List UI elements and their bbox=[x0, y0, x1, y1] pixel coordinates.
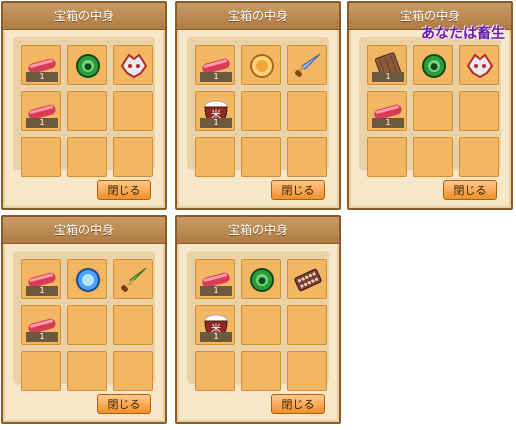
inventory-slot[interactable] bbox=[287, 259, 327, 299]
green-orb-icon: ● bbox=[418, 52, 450, 80]
item-count: 1 bbox=[26, 332, 58, 342]
item-count: 1 bbox=[200, 118, 232, 128]
inventory-slot[interactable] bbox=[287, 351, 327, 391]
inventory-slot[interactable] bbox=[113, 305, 153, 345]
treasure-window-5: 宝箱の中身 1 ● 米 1 閉じる bbox=[175, 215, 341, 424]
orange-orb-icon bbox=[246, 52, 278, 80]
blue-orb-icon bbox=[72, 266, 104, 294]
green-sword-icon bbox=[118, 266, 150, 294]
inventory-slot[interactable]: 1 bbox=[21, 259, 61, 299]
overlay-caption: あなたは畜生 bbox=[421, 26, 505, 42]
inventory-slot[interactable] bbox=[67, 259, 107, 299]
close-button[interactable]: 閉じる bbox=[97, 394, 151, 414]
inventory-slot[interactable]: 1 bbox=[195, 259, 235, 299]
inventory-slot[interactable] bbox=[413, 91, 453, 131]
inventory-slot[interactable] bbox=[287, 137, 327, 177]
inventory-slot[interactable] bbox=[113, 259, 153, 299]
inventory-slot[interactable] bbox=[287, 305, 327, 345]
item-grid: 1 ● 1 bbox=[13, 37, 155, 177]
item-grid: 1 ● 米 1 bbox=[187, 251, 329, 391]
treasure-window-2: 宝箱の中身 1米1 閉じる bbox=[175, 1, 341, 210]
item-count: 1 bbox=[200, 286, 232, 296]
item-count: 1 bbox=[26, 286, 58, 296]
inventory-slot[interactable]: 1 bbox=[367, 45, 407, 85]
inventory-slot[interactable] bbox=[241, 91, 281, 131]
inventory-slot[interactable] bbox=[241, 351, 281, 391]
window-title: 宝箱の中身 bbox=[3, 217, 165, 244]
inventory-slot[interactable]: 1 bbox=[21, 45, 61, 85]
inventory-slot[interactable]: ● bbox=[413, 45, 453, 85]
inventory-slot[interactable] bbox=[67, 137, 107, 177]
blue-dagger-icon bbox=[292, 52, 324, 80]
inventory-slot[interactable] bbox=[113, 91, 153, 131]
inventory-slot[interactable] bbox=[21, 351, 61, 391]
window-title: 宝箱の中身 bbox=[177, 217, 339, 244]
inventory-slot[interactable] bbox=[67, 305, 107, 345]
inventory-slot[interactable]: 米1 bbox=[195, 305, 235, 345]
inventory-slot[interactable]: 米1 bbox=[195, 91, 235, 131]
inventory-slot[interactable]: ● bbox=[241, 259, 281, 299]
close-button[interactable]: 閉じる bbox=[271, 180, 325, 200]
item-count: 1 bbox=[372, 118, 404, 128]
inventory-slot[interactable]: 1 bbox=[21, 91, 61, 131]
inventory-slot[interactable] bbox=[21, 137, 61, 177]
inventory-slot[interactable] bbox=[113, 45, 153, 85]
skull-helmet-icon bbox=[464, 52, 496, 80]
inventory-slot[interactable] bbox=[195, 137, 235, 177]
window-title: 宝箱の中身 bbox=[3, 3, 165, 30]
svg-text:●: ● bbox=[258, 276, 266, 286]
inventory-slot[interactable]: ● bbox=[67, 45, 107, 85]
item-grid: 1米1 bbox=[187, 37, 329, 177]
inventory-slot[interactable]: 1 bbox=[195, 45, 235, 85]
item-count: 1 bbox=[200, 332, 232, 342]
green-orb-icon: ● bbox=[246, 266, 278, 294]
inventory-slot[interactable] bbox=[459, 91, 499, 131]
inventory-slot[interactable] bbox=[241, 45, 281, 85]
window-title: 宝箱の中身 bbox=[177, 3, 339, 30]
inventory-slot[interactable] bbox=[459, 45, 499, 85]
green-orb-icon: ● bbox=[72, 52, 104, 80]
treasure-window-4: 宝箱の中身 11 閉じる bbox=[1, 215, 167, 424]
skull-helmet-icon bbox=[118, 52, 150, 80]
inventory-slot[interactable] bbox=[241, 137, 281, 177]
svg-text:●: ● bbox=[430, 62, 438, 72]
item-count: 1 bbox=[26, 118, 58, 128]
inventory-slot[interactable] bbox=[67, 351, 107, 391]
inventory-slot[interactable] bbox=[287, 91, 327, 131]
svg-text:●: ● bbox=[84, 62, 92, 72]
close-button[interactable]: 閉じる bbox=[97, 180, 151, 200]
close-button[interactable]: 閉じる bbox=[271, 394, 325, 414]
inventory-slot[interactable]: 1 bbox=[21, 305, 61, 345]
inventory-slot[interactable]: 1 bbox=[367, 91, 407, 131]
abacus-icon bbox=[292, 266, 324, 294]
inventory-slot[interactable] bbox=[459, 137, 499, 177]
treasure-window-3: 宝箱の中身 1 ● 1 あなたは畜生 閉じる bbox=[347, 1, 513, 210]
item-grid: 1 ● 1 bbox=[359, 37, 501, 177]
close-button[interactable]: 閉じる bbox=[443, 180, 497, 200]
inventory-slot[interactable] bbox=[367, 137, 407, 177]
inventory-slot[interactable] bbox=[413, 137, 453, 177]
item-grid: 11 bbox=[13, 251, 155, 391]
item-count: 1 bbox=[26, 72, 58, 82]
inventory-slot[interactable] bbox=[67, 91, 107, 131]
item-count: 1 bbox=[372, 72, 404, 82]
inventory-slot[interactable] bbox=[113, 137, 153, 177]
inventory-slot[interactable] bbox=[113, 351, 153, 391]
inventory-slot[interactable] bbox=[195, 351, 235, 391]
inventory-slot[interactable] bbox=[241, 305, 281, 345]
item-count: 1 bbox=[200, 72, 232, 82]
treasure-window-1: 宝箱の中身 1 ● 1 閉じる bbox=[1, 1, 167, 210]
inventory-slot[interactable] bbox=[287, 45, 327, 85]
